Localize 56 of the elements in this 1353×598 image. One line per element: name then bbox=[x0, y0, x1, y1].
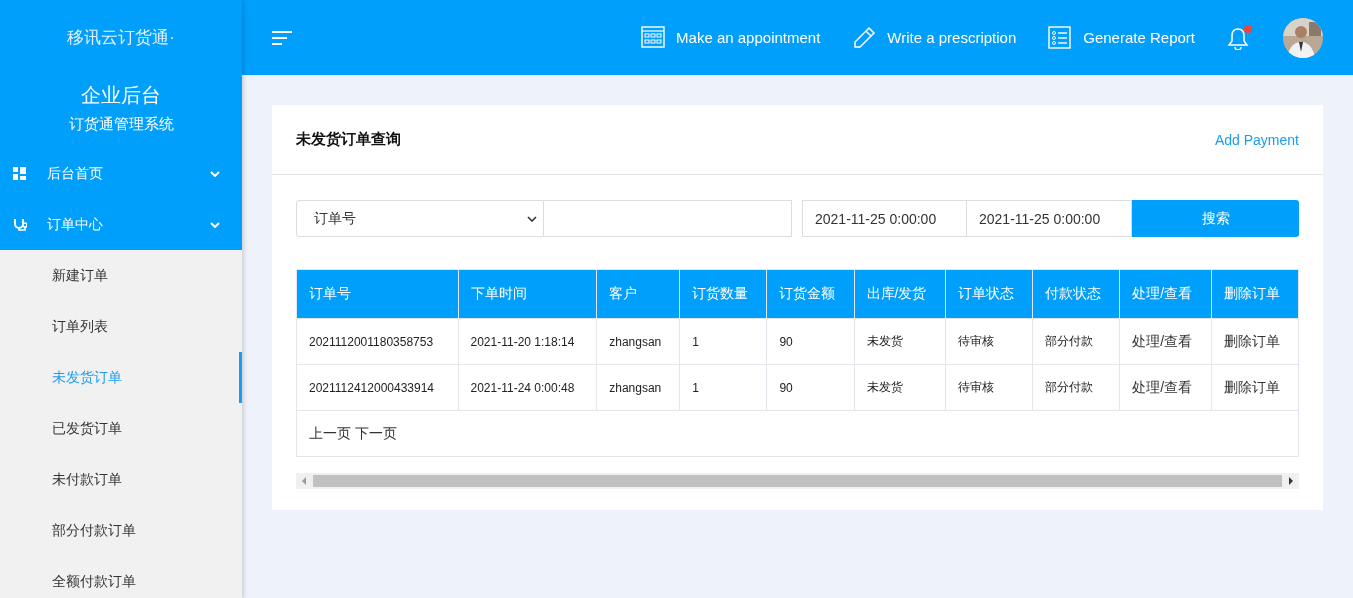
column-header: 订货金额 bbox=[766, 269, 855, 319]
scroll-left-icon bbox=[301, 477, 307, 485]
submenu-item[interactable]: 部分付款订单 bbox=[0, 505, 242, 556]
chevron-down-icon bbox=[210, 221, 220, 228]
end-date-field[interactable]: 2021-11-25 0:00:00 bbox=[967, 200, 1132, 237]
system-title: 企业后台 bbox=[81, 83, 161, 108]
table-cell: 未发货 bbox=[866, 334, 903, 348]
table-cell: 2021112412000433914 bbox=[309, 380, 435, 395]
column-header: 下单时间 bbox=[458, 269, 597, 319]
column-header: 订货数量 bbox=[679, 269, 767, 319]
system-subtitle: 订货通管理系统 bbox=[68, 115, 174, 134]
table-cell: 未发货 bbox=[866, 380, 903, 394]
column-header: 客户 bbox=[596, 269, 680, 319]
start-date-field[interactable]: 2021-11-25 0:00:00 bbox=[802, 200, 967, 237]
submenu-item[interactable]: 已发货订单 bbox=[0, 403, 242, 454]
table-cell: 1 bbox=[692, 334, 699, 349]
field-select[interactable]: 订单号 bbox=[296, 200, 544, 237]
table-cell: 1 bbox=[692, 380, 699, 395]
card-title: 未发货订单查询 bbox=[296, 130, 401, 149]
chevron-down-icon bbox=[527, 215, 537, 222]
column-header: 订单状态 bbox=[945, 269, 1033, 319]
column-header: 处理/查看 bbox=[1119, 269, 1212, 319]
table-cell: 待审核 bbox=[957, 334, 994, 348]
pagination-link[interactable]: 下一页 bbox=[355, 424, 397, 441]
search-field[interactable] bbox=[544, 200, 792, 237]
submenu-item[interactable]: 未付款订单 bbox=[0, 454, 242, 505]
table-cell: 部分付款 bbox=[1045, 334, 1094, 348]
logo-text: 移讯云订货通· bbox=[67, 27, 175, 49]
table-cell: 90 bbox=[779, 380, 793, 395]
table-cell: zhangsan bbox=[609, 334, 662, 349]
dashboard-icon bbox=[13, 166, 27, 181]
table-cell: 待审核 bbox=[957, 380, 994, 394]
table-cell: 2021-11-20 1:18:14 bbox=[470, 334, 575, 349]
horizontal-scrollbar[interactable] bbox=[296, 473, 1299, 489]
column-header: 付款状态 bbox=[1032, 269, 1120, 319]
scrollbar-thumb[interactable] bbox=[313, 475, 1282, 487]
stethoscope-icon bbox=[13, 217, 27, 232]
column-header: 删除订单 bbox=[1211, 269, 1299, 319]
notification-bell-icon[interactable] bbox=[1227, 25, 1249, 50]
table-cell: 2021-11-24 0:00:48 bbox=[470, 380, 575, 395]
pencil-icon bbox=[852, 26, 877, 49]
table-cell: 部分付款 bbox=[1045, 380, 1094, 394]
table-cell: 2021112001180358753 bbox=[309, 334, 434, 349]
chevron-down-icon bbox=[210, 170, 220, 177]
menu-icon bbox=[272, 30, 292, 45]
checklist-icon bbox=[1048, 26, 1073, 49]
column-header: 出库/发货 bbox=[854, 269, 946, 319]
column-header: 订单号 bbox=[296, 269, 458, 319]
calendar-icon bbox=[641, 26, 666, 49]
submenu-item[interactable]: 全额付款订单 bbox=[0, 556, 242, 598]
submenu-item[interactable]: 新建订单 bbox=[0, 250, 242, 301]
table-cell: 90 bbox=[779, 334, 793, 349]
submenu-item[interactable]: 订单列表 bbox=[0, 301, 242, 352]
scroll-right-icon bbox=[1288, 477, 1294, 485]
table-cell: zhangsan bbox=[609, 380, 662, 395]
pagination-link[interactable]: 上一页 bbox=[309, 424, 351, 441]
